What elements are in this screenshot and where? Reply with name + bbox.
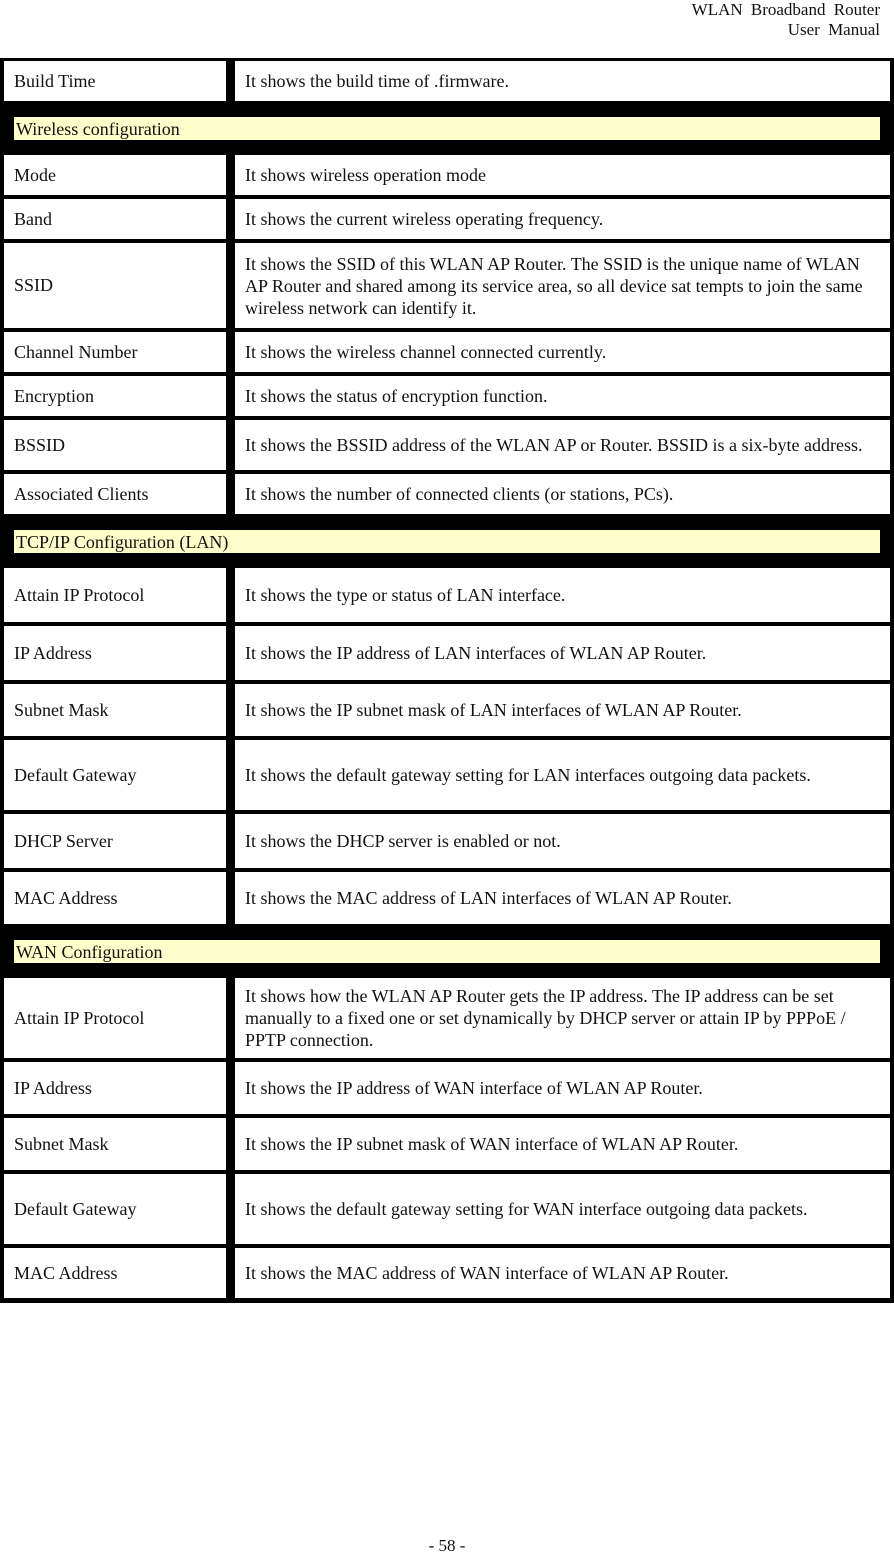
table-row: Channel Number It shows the wireless chan…: [4, 332, 890, 372]
table-row: Subnet Mask It shows the IP subnet mask o…: [4, 1118, 890, 1170]
table-row: Subnet Mask It shows the IP subnet mask o…: [4, 684, 890, 736]
field-description: It shows the SSID of this WLAN AP Router…: [235, 243, 890, 328]
field-label: Band: [4, 199, 226, 239]
table-row: MAC Address It shows the MAC address of W…: [4, 1248, 890, 1298]
section-title: TCP/IP Configuration (LAN): [14, 529, 880, 553]
section-title: WAN Configuration: [14, 939, 880, 963]
section-title: Wireless configuration: [14, 116, 880, 140]
field-description: It shows the IP address of WAN interface…: [235, 1062, 890, 1114]
field-label: Channel Number: [4, 332, 226, 372]
table-row: Encryption It shows the status of encrypt…: [4, 376, 890, 416]
section-header: Wireless configuration: [4, 105, 890, 151]
table-row: Mode It shows wireless operation mode: [4, 155, 890, 195]
table-row: Build Time It shows the build time of .fi…: [4, 61, 890, 101]
table-row: DHCP Server It shows the DHCP server is e…: [4, 814, 890, 868]
status-description-table: Build Time It shows the build time of .fi…: [0, 58, 894, 1303]
field-description: It shows the number of connected clients…: [235, 474, 890, 514]
field-description: It shows the MAC address of WAN interfac…: [235, 1248, 890, 1298]
field-description: It shows the MAC address of LAN interfac…: [235, 872, 890, 924]
table-row: Associated Clients It shows the number of…: [4, 474, 890, 514]
section-header: TCP/IP Configuration (LAN): [4, 518, 890, 564]
field-description: It shows wireless operation mode: [235, 155, 890, 195]
field-description: It shows the build time of .firmware.: [235, 61, 890, 101]
field-description: It shows the wireless channel connected …: [235, 332, 890, 372]
table-row: IP Address It shows the IP address of WAN…: [4, 1062, 890, 1114]
field-description: It shows the default gateway setting for…: [235, 1174, 890, 1244]
table-row: SSID It shows the SSID of this WLAN AP Ro…: [4, 243, 890, 328]
field-label: DHCP Server: [4, 814, 226, 868]
field-description: It shows how the WLAN AP Router gets the…: [235, 978, 890, 1058]
table-row: IP Address It shows the IP address of LAN…: [4, 626, 890, 680]
field-label: Encryption: [4, 376, 226, 416]
header-subtitle: User Manual: [787, 20, 880, 39]
table-row: Default Gateway It shows the default gate…: [4, 740, 890, 810]
field-description: It shows the current wireless operating …: [235, 199, 890, 239]
table-row: MAC Address It shows the MAC address of L…: [4, 872, 890, 924]
field-label: Subnet Mask: [4, 1118, 226, 1170]
field-label: Associated Clients: [4, 474, 226, 514]
field-label: MAC Address: [4, 1248, 226, 1298]
field-description: It shows the default gateway setting for…: [235, 740, 890, 810]
field-description: It shows the status of encryption functi…: [235, 376, 890, 416]
field-label: Subnet Mask: [4, 684, 226, 736]
field-label: Default Gateway: [4, 740, 226, 810]
field-description: It shows the BSSID address of the WLAN A…: [235, 420, 890, 470]
page-number: - 58 -: [428, 1536, 466, 1555]
field-description: It shows the IP subnet mask of WAN inter…: [235, 1118, 890, 1170]
field-label: SSID: [4, 243, 226, 328]
table-row: Attain IP Protocol It shows the type or s…: [4, 568, 890, 622]
field-label: Mode: [4, 155, 226, 195]
table-row: Default Gateway It shows the default gate…: [4, 1174, 890, 1244]
table-row: Band It shows the current wireless operat…: [4, 199, 890, 239]
field-description: It shows the DHCP server is enabled or n…: [235, 814, 890, 868]
field-label: BSSID: [4, 420, 226, 470]
section-header: WAN Configuration: [4, 928, 890, 974]
field-label: Default Gateway: [4, 1174, 226, 1244]
field-description: It shows the IP subnet mask of LAN inter…: [235, 684, 890, 736]
field-description: It shows the type or status of LAN inter…: [235, 568, 890, 622]
table-row: BSSID It shows the BSSID address of the W…: [4, 420, 890, 470]
field-label: Attain IP Protocol: [4, 978, 226, 1058]
table-row: Attain IP Protocol It shows how the WLAN …: [4, 978, 890, 1058]
field-label: IP Address: [4, 626, 226, 680]
header-title: WLAN Broadband Router: [691, 0, 880, 19]
field-label: Build Time: [4, 61, 226, 101]
page-header: WLAN Broadband Router User Manual: [692, 0, 880, 40]
field-description: It shows the IP address of LAN interface…: [235, 626, 890, 680]
field-label: Attain IP Protocol: [4, 568, 226, 622]
field-label: MAC Address: [4, 872, 226, 924]
field-label: IP Address: [4, 1062, 226, 1114]
